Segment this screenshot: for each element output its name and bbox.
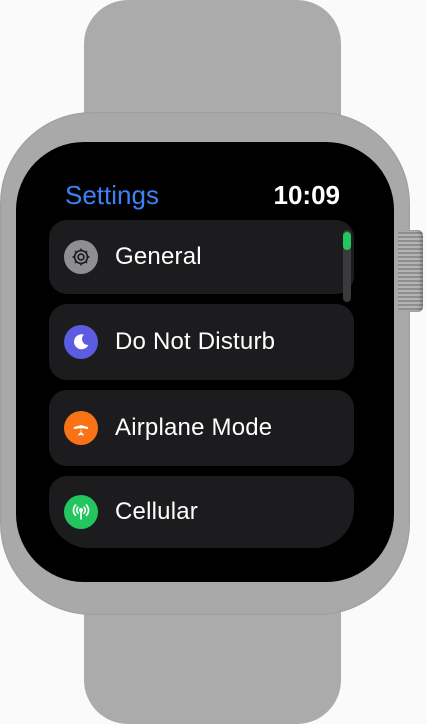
- digital-crown[interactable]: [398, 230, 423, 312]
- moon-icon: [64, 325, 98, 359]
- antenna-icon: [64, 495, 98, 529]
- airplane-icon: [64, 411, 98, 445]
- watch-mockup: Settings 10:09 General Do Not Disturb Ai…: [0, 0, 426, 724]
- settings-item-general[interactable]: General: [49, 220, 354, 294]
- watch-screen: Settings 10:09 General Do Not Disturb Ai…: [16, 142, 394, 582]
- settings-item-label: General: [115, 243, 202, 270]
- settings-item-do-not-disturb[interactable]: Do Not Disturb: [49, 304, 354, 380]
- settings-item-label: Cellular: [115, 498, 198, 525]
- settings-item-label: Do Not Disturb: [115, 328, 276, 355]
- settings-item-label: Airplane Mode: [115, 414, 273, 441]
- settings-item-airplane-mode[interactable]: Airplane Mode: [49, 390, 354, 466]
- scroll-thumb[interactable]: [343, 232, 351, 250]
- settings-list: General Do Not Disturb Airplane Mode Cel…: [49, 142, 354, 582]
- settings-item-cellular[interactable]: Cellular: [49, 476, 354, 548]
- scroll-indicator[interactable]: [343, 230, 351, 302]
- gear-icon: [64, 240, 98, 274]
